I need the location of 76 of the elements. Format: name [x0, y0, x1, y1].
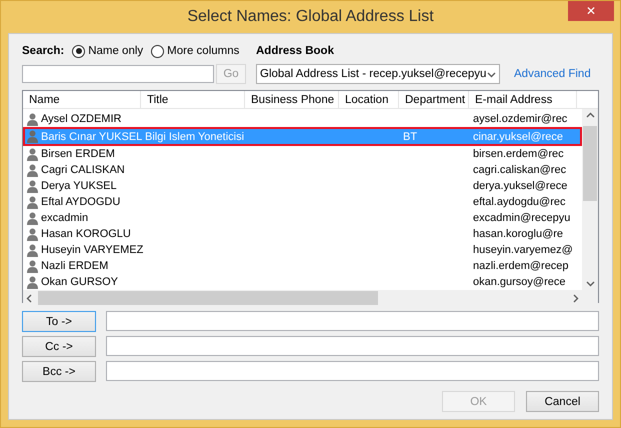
contact-row[interactable]: Huseyin VARYEMEZ huseyin.varyemez@: [23, 242, 582, 258]
scroll-thumb[interactable]: [583, 126, 597, 201]
person-icon: [27, 228, 38, 240]
scroll-thumb[interactable]: [38, 291, 378, 305]
radio-button[interactable]: [72, 44, 86, 58]
advanced-find-link[interactable]: Advanced Find: [514, 68, 591, 80]
table-cell: Aysel OZDEMIR: [41, 113, 122, 125]
scroll-left-icon[interactable]: [25, 294, 34, 302]
person-icon: [27, 164, 38, 176]
table-cell: eftal.aydogdu@rec: [473, 196, 566, 208]
recipient-field[interactable]: [106, 311, 599, 331]
radio-label[interactable]: Name only: [88, 45, 144, 57]
person-icon: [27, 112, 38, 126]
person-icon: [27, 212, 38, 224]
column-header[interactable]: Department: [399, 91, 469, 108]
contact-row[interactable]: Okan GURSOY okan.gursoy@rece: [23, 274, 582, 290]
person-icon: [27, 244, 38, 256]
table-cell: Eftal AYDOGDU: [41, 196, 120, 208]
contact-row[interactable]: Birsen ERDEM birsen.erdem@rec: [23, 146, 582, 162]
contact-row[interactable]: Eftal AYDOGDU eftal.aydogdu@rec: [23, 194, 582, 210]
table-cell: Nazli ERDEM: [41, 260, 108, 272]
scroll-up-icon[interactable]: [586, 111, 594, 120]
dialog-button[interactable]: Cancel: [526, 391, 599, 412]
table-cell: Derya YUKSEL: [41, 180, 117, 192]
table-cell: Okan GURSOY: [41, 276, 118, 288]
recipient-field[interactable]: [106, 361, 599, 381]
recipient-button[interactable]: Cc ->: [22, 336, 96, 357]
person-icon: [27, 180, 38, 192]
contact-row[interactable]: Aysel OZDEMIR aysel.ozdemir@rec: [23, 111, 582, 127]
column-header[interactable]: Name: [23, 91, 141, 108]
recipient-button[interactable]: Bcc ->: [22, 361, 96, 382]
person-icon: [27, 148, 38, 160]
table-cell: hasan.koroglu@re: [473, 228, 564, 240]
caret-icon[interactable]: [487, 70, 496, 78]
table-cell: Huseyin VARYEMEZ: [41, 244, 144, 256]
search-label: Search:: [22, 45, 64, 57]
table-cell: Cagri CALISKAN: [41, 164, 125, 176]
table-cell: okan.gursoy@rece: [473, 276, 566, 288]
table-cell: Birsen ERDEM: [41, 148, 115, 160]
table-cell: cinar.yuksel@rece: [473, 130, 564, 142]
person-icon: [27, 260, 38, 272]
contact-row[interactable]: Derya YUKSEL derya.yuksel@rece: [23, 178, 582, 194]
search-field[interactable]: [22, 65, 214, 83]
table-cell: birsen.erdem@rec: [473, 148, 564, 160]
radio-button[interactable]: [151, 44, 164, 58]
scroll-down-icon[interactable]: [586, 279, 594, 288]
scroll-right-icon[interactable]: [571, 294, 580, 302]
person-icon: [27, 130, 38, 143]
table-cell: aysel.ozdemir@rec: [473, 113, 568, 125]
recipient-button[interactable]: To ->: [22, 311, 96, 332]
window-title: Select Names: Global Address List: [187, 8, 434, 26]
table-cell: Baris Cınar YUKSEL: [41, 130, 142, 142]
table-cell: Hasan KOROGLU: [41, 228, 131, 240]
table-cell: nazli.erdem@recep: [473, 260, 569, 272]
close-button[interactable]: ✕: [568, 1, 614, 21]
person-icon: [27, 276, 38, 288]
column-header[interactable]: Business Phone: [245, 91, 339, 108]
table-cell: BT: [403, 130, 418, 142]
contact-row[interactable]: excadmin excadmin@recepyu: [23, 210, 582, 226]
contact-row[interactable]: Hasan KOROGLU hasan.koroglu@re: [23, 226, 582, 242]
table-cell: excadmin@recepyu: [473, 212, 570, 224]
address-book-label: Address Book: [256, 45, 334, 57]
contact-row[interactable]: Cagri CALISKAN cagri.caliskan@rec: [23, 162, 582, 178]
column-header[interactable]: Location: [339, 91, 399, 108]
recipient-field[interactable]: [106, 336, 599, 356]
person-icon: [27, 196, 38, 208]
column-header[interactable]: E-mail Address: [469, 91, 577, 108]
table-cell: excadmin: [41, 212, 88, 224]
table-cell: Bilgi Islem Yoneticisi: [145, 130, 244, 142]
contact-row[interactable]: Nazli ERDEM nazli.erdem@recep: [23, 258, 582, 274]
table-cell: derya.yuksel@rece: [473, 180, 568, 192]
column-header[interactable]: Title: [141, 91, 245, 108]
address-book-dropdown[interactable]: Global Address List - recep.yuksel@recepyu: [256, 64, 500, 84]
table-cell: huseyin.varyemez@: [473, 244, 573, 256]
radio-label[interactable]: More columns: [167, 45, 240, 57]
table-cell: cagri.caliskan@rec: [473, 164, 566, 176]
